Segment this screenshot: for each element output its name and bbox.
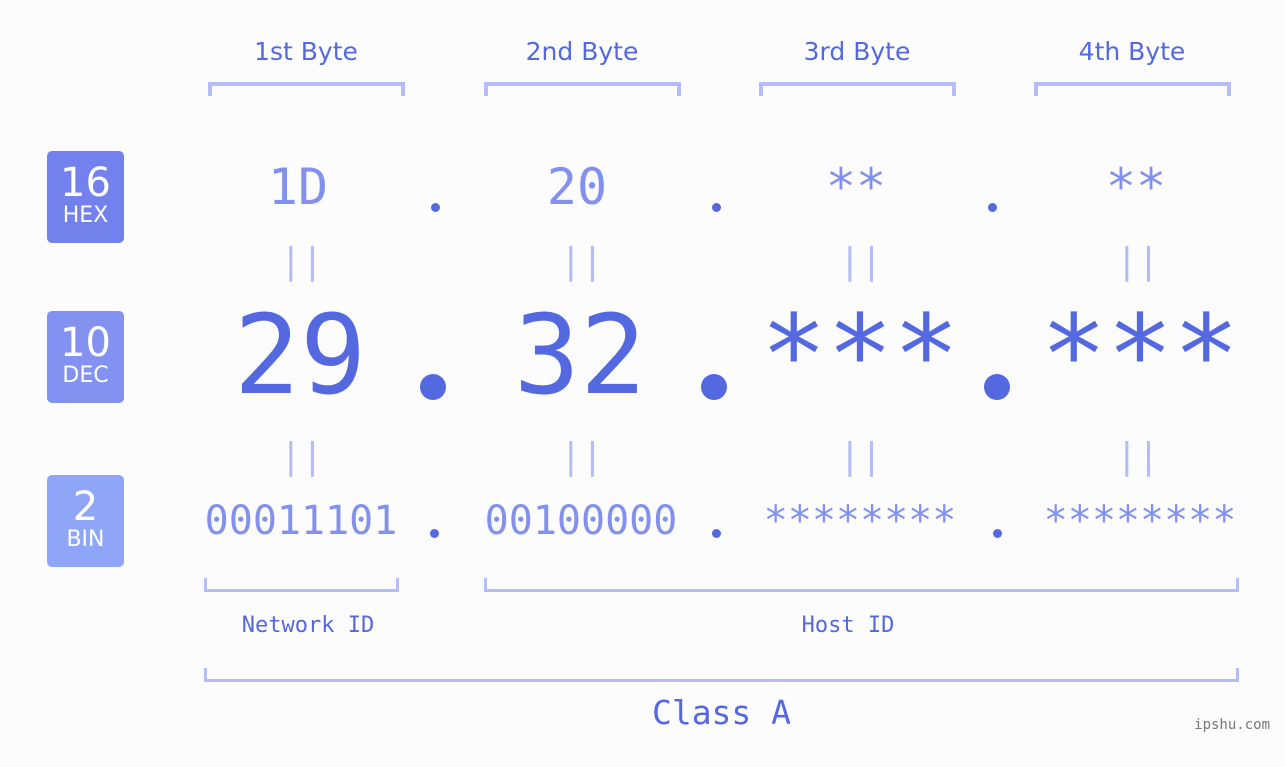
- bin-dot-2: [712, 529, 721, 538]
- equals-sign: ||: [560, 436, 604, 477]
- dec-byte-1: 29: [233, 291, 367, 419]
- dec-byte-4: ***: [1040, 291, 1240, 419]
- hex-badge-label: HEX: [62, 203, 109, 228]
- bin-byte-2: 00100000: [484, 498, 678, 544]
- dec-badge-label: DEC: [62, 363, 109, 388]
- byte-bracket-4: [1034, 82, 1231, 96]
- dec-byte-3: ***: [760, 291, 960, 419]
- hex-byte-2: 20: [546, 158, 608, 216]
- class-bracket: [204, 668, 1239, 682]
- equals-sign: ||: [839, 241, 883, 282]
- byte-bracket-3: [759, 82, 956, 96]
- network-id-bracket: [204, 578, 399, 592]
- hex-dot-1: [431, 203, 440, 212]
- hex-dot-2: [712, 203, 721, 212]
- host-id-label: Host ID: [801, 613, 895, 638]
- site-credit: ipshu.com: [1194, 717, 1270, 733]
- equals-sign: ||: [280, 241, 324, 282]
- equals-sign: ||: [1116, 436, 1160, 477]
- bin-badge: 2 BIN: [47, 475, 124, 567]
- bin-badge-number: 2: [72, 484, 99, 530]
- hex-dot-3: [988, 203, 997, 212]
- bin-dot-1: [430, 529, 439, 538]
- hex-byte-3: **: [825, 158, 887, 216]
- equals-sign: ||: [560, 241, 604, 282]
- byte-bracket-1: [208, 82, 405, 96]
- hex-badge-number: 16: [60, 160, 111, 206]
- hex-badge: 16 HEX: [47, 151, 124, 243]
- byte-header-2: 2nd Byte: [525, 37, 639, 66]
- dec-dot-2: [701, 374, 727, 400]
- dec-dot-3: [984, 374, 1010, 400]
- byte-header-1: 1st Byte: [254, 37, 358, 66]
- bin-byte-3: ********: [763, 498, 957, 544]
- bin-byte-4: ********: [1043, 498, 1237, 544]
- bin-byte-1: 00011101: [204, 498, 398, 544]
- equals-sign: ||: [280, 436, 324, 477]
- byte-header-3: 3rd Byte: [803, 37, 911, 66]
- dec-badge-number: 10: [60, 320, 111, 366]
- dec-badge: 10 DEC: [47, 311, 124, 403]
- bin-dot-3: [993, 529, 1002, 538]
- bin-badge-label: BIN: [66, 527, 105, 552]
- byte-header-4: 4th Byte: [1078, 37, 1186, 66]
- hex-byte-1: 1D: [267, 158, 329, 216]
- host-id-bracket: [484, 578, 1239, 592]
- byte-bracket-2: [484, 82, 681, 96]
- class-label: Class A: [651, 693, 792, 732]
- hex-byte-4: **: [1105, 158, 1167, 216]
- equals-sign: ||: [1116, 241, 1160, 282]
- equals-sign: ||: [839, 436, 883, 477]
- network-id-label: Network ID: [241, 613, 375, 638]
- dec-dot-1: [420, 374, 446, 400]
- dec-byte-2: 32: [513, 291, 647, 419]
